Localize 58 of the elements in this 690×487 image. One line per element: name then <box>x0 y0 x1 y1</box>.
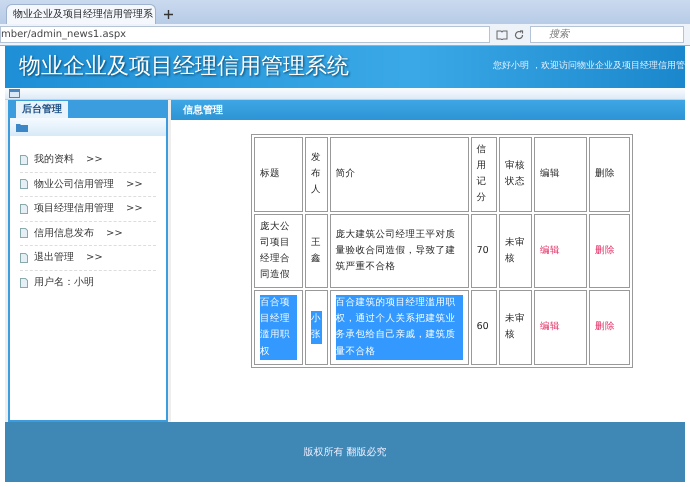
table-cell-text: 60 <box>476 320 490 334</box>
page-icon <box>20 228 28 238</box>
menu-label: 物业公司信用管理 <box>34 178 114 192</box>
sidebar-item[interactable]: 信用信息发布 >> <box>20 222 156 246</box>
page-icon <box>20 204 28 214</box>
table-cell-text: 百合建筑的项目经理滥用职权，通过个人关系把建筑业务承包给自己亲戚，建筑质量不合格 <box>336 295 463 360</box>
menu-label: 退出管理 <box>34 250 74 266</box>
menu-arrow: >> <box>86 251 103 266</box>
sidebar-item[interactable]: 项目经理信用管理 >> <box>20 197 156 222</box>
url-text: mber/admin_news1.aspx <box>1 28 126 42</box>
delete-link[interactable]: 删除 <box>595 244 616 256</box>
site-title: 物业企业及项目经理信用管理系统 <box>19 54 349 80</box>
menu-label: 用户名：小明 <box>34 276 94 290</box>
menu-label: 项目经理信用管理 <box>34 202 114 216</box>
page-icon <box>20 252 28 263</box>
column-header: 标题 <box>254 137 304 212</box>
column-header: 信用记分 <box>470 137 498 212</box>
column-header: 审核状态 <box>499 137 532 212</box>
page-icon <box>20 179 28 190</box>
table-cell-text: 王鑫 <box>311 236 322 266</box>
table-cell-text: 未审核 <box>505 236 526 266</box>
table-cell-text: 庞大建筑公司经理王平对质量验收合同造假，导致了建筑严重不合格 <box>336 228 457 274</box>
browser-tab[interactable]: 物业企业及项目经理信用管理系 <box>6 4 156 24</box>
welcome-text: 您好小明 ，欢迎访问物业企业及项目经理信用管 <box>492 60 685 74</box>
menu-label: 信用信息发布 <box>34 226 94 241</box>
address-field[interactable]: mber/admin_news1.aspx <box>0 26 490 43</box>
copyright-text: 版权所有 翻版必究 <box>303 446 387 460</box>
menu-arrow: >> <box>86 153 103 168</box>
table-cell-text: 百合项目经理滥用职权 <box>260 295 298 360</box>
edit-link[interactable]: 编辑 <box>540 244 560 256</box>
table-cell-text: 庞大公司项目经理合同造假 <box>260 220 291 282</box>
sidebar-item[interactable]: 用户名：小明 <box>20 270 156 295</box>
table-cell-text: 70 <box>476 244 490 258</box>
folder-icon <box>16 122 28 132</box>
tab-title: 物业企业及项目经理信用管理系 <box>13 8 153 22</box>
menu-arrow: >> <box>106 226 123 241</box>
sidebar-tab[interactable]: 后台管理 <box>16 101 68 118</box>
reader-icon[interactable] <box>496 30 508 40</box>
table-cell-text: 小张 <box>311 311 322 344</box>
search-field[interactable]: 搜索 <box>530 26 684 43</box>
sidebar-item[interactable]: 我的资料 >> <box>20 148 156 172</box>
menu-arrow: >> <box>126 202 143 216</box>
page-icon <box>20 154 28 165</box>
column-header: 删除 <box>589 137 630 212</box>
menu-label: 我的资料 <box>34 152 74 168</box>
column-header: 编辑 <box>534 137 588 212</box>
panel-title: 信息管理 <box>183 104 223 118</box>
delete-link[interactable]: 删除 <box>595 321 616 332</box>
menu-arrow: >> <box>126 178 143 192</box>
sidebar-item[interactable]: 退出管理 >> <box>20 246 156 270</box>
column-header: 发布人 <box>305 137 328 212</box>
reload-icon[interactable] <box>514 30 524 40</box>
edit-link[interactable]: 编辑 <box>540 321 560 332</box>
column-header: 简介 <box>330 137 469 212</box>
sidebar-item[interactable]: 物业公司信用管理 >> <box>20 172 156 197</box>
new-tab-icon[interactable] <box>164 10 173 19</box>
page-icon <box>20 278 28 288</box>
table-cell-text: 未审核 <box>505 312 526 342</box>
